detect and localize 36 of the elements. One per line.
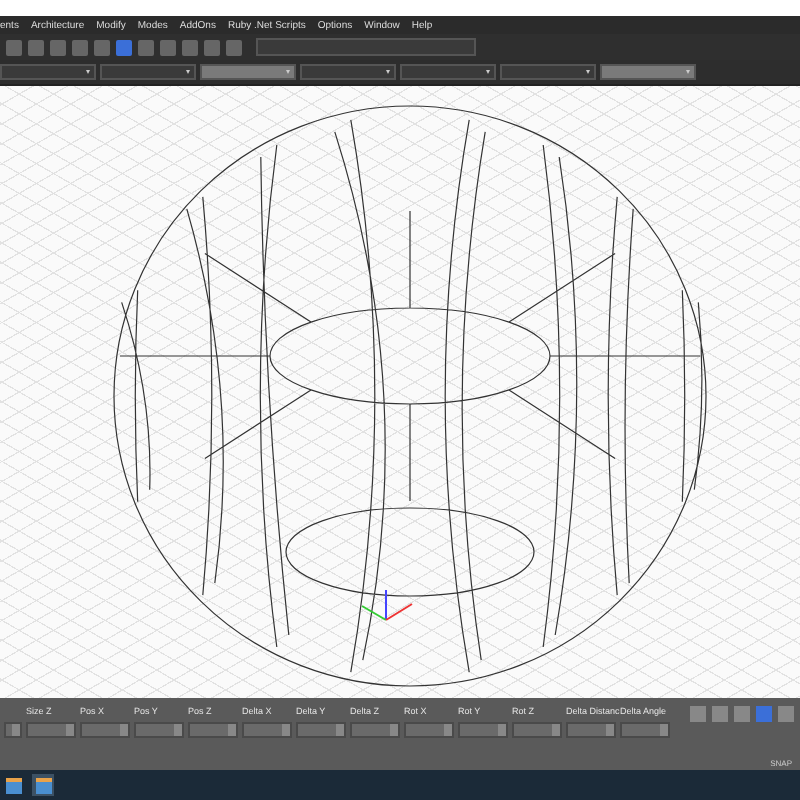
toolbar-icon[interactable] (160, 39, 176, 55)
taskbar-icon[interactable] (2, 774, 24, 796)
toolbar-icon[interactable] (182, 39, 198, 55)
dropdown[interactable] (600, 64, 696, 80)
toolbar-icon[interactable] (138, 39, 154, 55)
number-field[interactable] (458, 722, 508, 738)
number-field[interactable] (188, 722, 238, 738)
number-field[interactable] (296, 722, 346, 738)
dropdown[interactable] (100, 64, 196, 80)
toolbar-icon[interactable] (94, 39, 110, 55)
number-field[interactable] (4, 722, 22, 738)
viewport[interactable] (0, 86, 800, 698)
number-field[interactable] (242, 722, 292, 738)
dropdown[interactable] (0, 64, 96, 80)
number-field[interactable] (566, 722, 616, 738)
taskbar-icon[interactable] (32, 774, 54, 796)
number-field[interactable] (80, 722, 130, 738)
toolbar-icon[interactable] (204, 39, 220, 55)
number-field[interactable] (26, 722, 76, 738)
command-field[interactable] (256, 38, 476, 56)
number-field[interactable] (134, 722, 184, 738)
toolbar-icon[interactable] (50, 39, 66, 55)
dropdown[interactable] (300, 64, 396, 80)
toolbar-icon[interactable] (226, 39, 242, 55)
toolbar-icon[interactable] (6, 39, 22, 55)
number-field[interactable] (512, 722, 562, 738)
number-field[interactable] (620, 722, 670, 738)
dropdown[interactable] (500, 64, 596, 80)
toolbar-icon[interactable] (72, 39, 88, 55)
dropdown[interactable] (400, 64, 496, 80)
number-field[interactable] (404, 722, 454, 738)
number-field[interactable] (350, 722, 400, 738)
axis-gizmo-icon (361, 589, 413, 621)
dropdown[interactable] (200, 64, 296, 80)
toolbar-icon[interactable] (28, 39, 44, 55)
toolbar-icon[interactable] (116, 39, 132, 55)
